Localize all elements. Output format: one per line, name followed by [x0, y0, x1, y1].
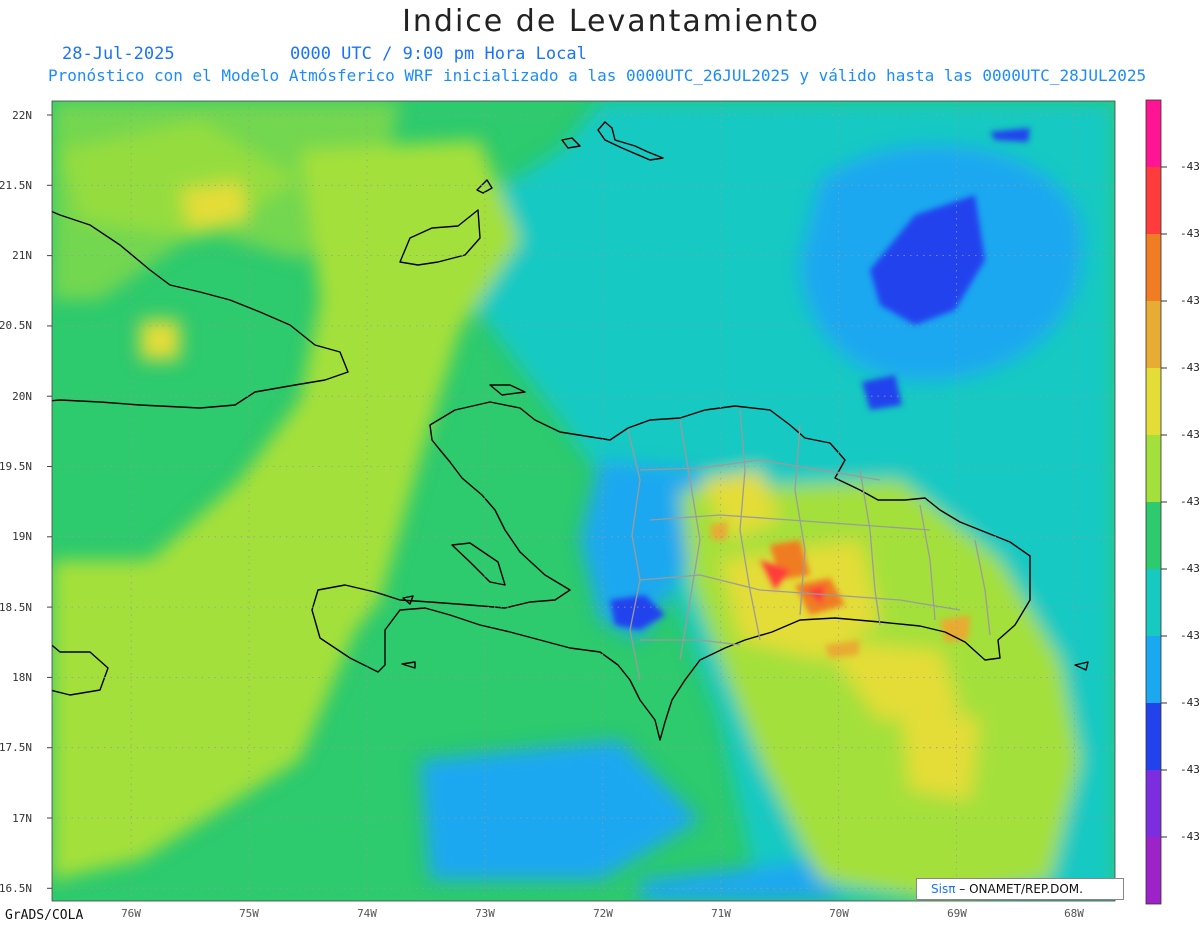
lat-label: 21.5N: [0, 179, 32, 192]
lat-label: 17N: [12, 812, 32, 825]
latitude-ticks: [47, 114, 52, 889]
lat-label: 22N: [12, 109, 32, 122]
lon-label: 70W: [829, 907, 849, 920]
colorbar-swatch-8: [1146, 569, 1161, 636]
lat-label: 20.5N: [0, 319, 32, 332]
colorbar-label: -43.2: [1180, 227, 1200, 240]
lifted-index-map: [47, 99, 1167, 905]
colorbar-label: -43.2: [1180, 294, 1200, 307]
lat-label: 19.5N: [0, 460, 32, 473]
colorbar-label: -43.3: [1180, 428, 1200, 441]
lon-label: 74W: [357, 907, 377, 920]
sis-logo: Sisπ: [931, 882, 956, 896]
map-field: [52, 101, 1115, 901]
lat-label: 18N: [12, 671, 32, 684]
colorbar-swatch-1: [1146, 100, 1161, 167]
colorbar-swatch-7: [1146, 502, 1161, 569]
lon-label: 73W: [475, 907, 495, 920]
source-label: – ONAMET/REP.DOM.: [955, 882, 1083, 896]
source-badge: Sisπ – ONAMET/REP.DOM.: [916, 878, 1124, 900]
colorbar-label: -43.6: [1180, 763, 1200, 776]
lon-label: 68W: [1064, 907, 1084, 920]
colorbar-label: -43.5: [1180, 696, 1200, 709]
colorbar-swatch-12: [1146, 837, 1161, 904]
lat-label: 18.5N: [0, 601, 32, 614]
colorbar-swatch-4: [1146, 301, 1161, 368]
lat-label: 19N: [12, 530, 32, 543]
colorbar-label: -43.6: [1180, 830, 1200, 843]
lat-label: 21N: [12, 249, 32, 262]
colorbar-swatch-9: [1146, 636, 1161, 703]
lon-label: 72W: [593, 907, 613, 920]
colorbar-swatch-11: [1146, 770, 1161, 837]
colorbar-swatch-6: [1146, 435, 1161, 502]
colorbar-swatch-5: [1146, 368, 1161, 435]
colorbar-swatch-10: [1146, 703, 1161, 770]
colorbar-label: -43.4: [1180, 562, 1200, 575]
colorbar-label: -43.3: [1180, 361, 1200, 374]
colorbar: [1145, 99, 1167, 905]
colorbar-swatch-2: [1146, 167, 1161, 234]
lat-label: 16.5N: [0, 882, 32, 895]
grads-credit: GrADS/COLA: [5, 908, 84, 923]
lon-label: 75W: [239, 907, 259, 920]
lat-label: 17.5N: [0, 741, 32, 754]
lat-label: 20N: [12, 390, 32, 403]
colorbar-swatch-3: [1146, 234, 1161, 301]
lon-label: 69W: [947, 907, 967, 920]
colorbar-label: -43.1: [1180, 160, 1200, 173]
lon-label: 71W: [711, 907, 731, 920]
colorbar-label: -43.4: [1180, 495, 1200, 508]
lon-label: 76W: [121, 907, 141, 920]
colorbar-label: -43.5: [1180, 629, 1200, 642]
